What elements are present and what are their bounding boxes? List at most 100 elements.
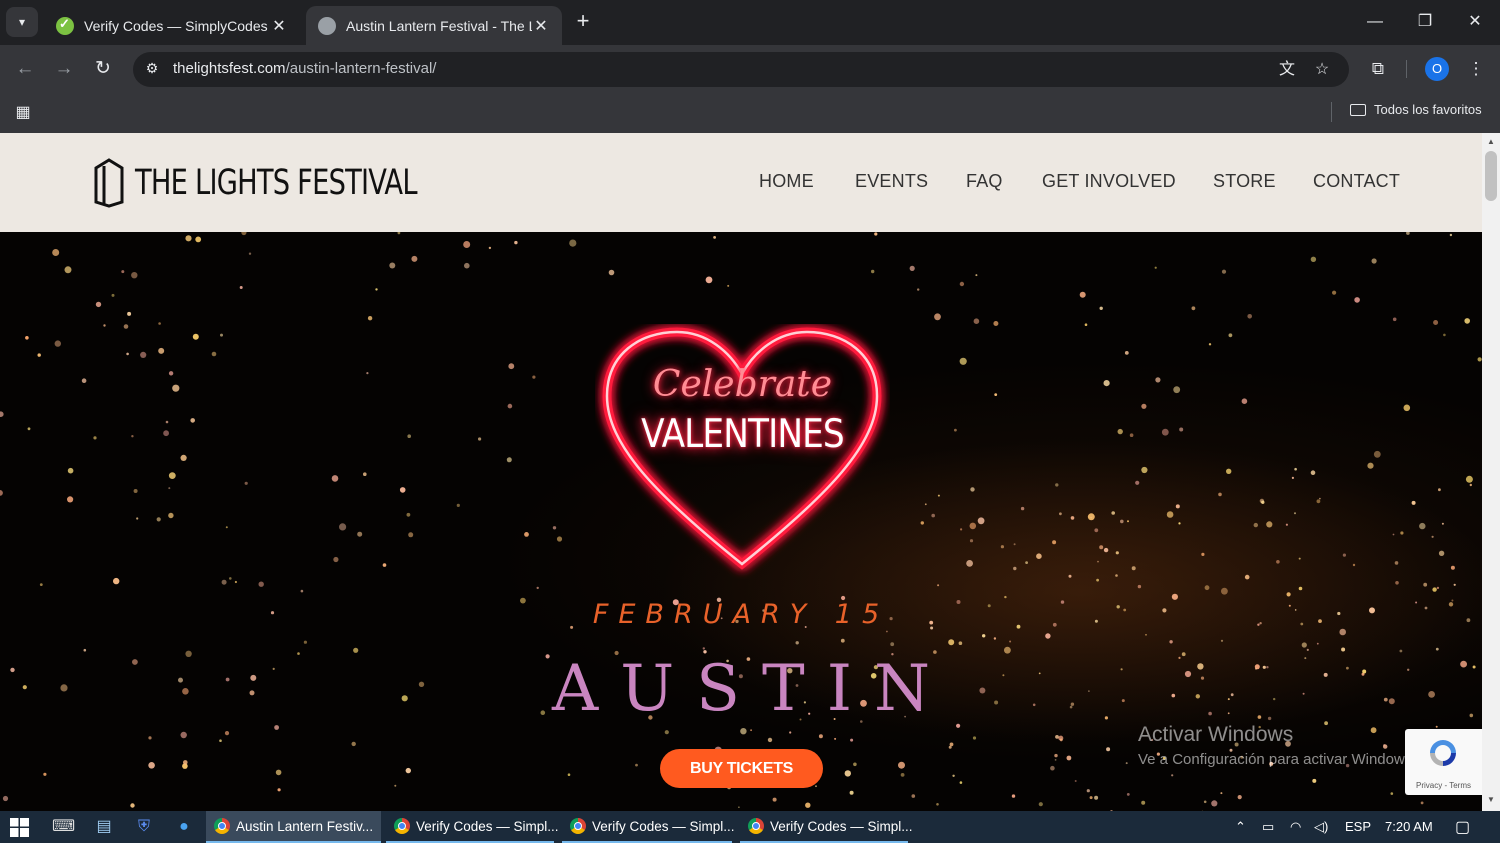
lantern-dot	[1050, 765, 1055, 771]
lantern-dot	[0, 490, 3, 496]
lantern-dot	[1009, 640, 1012, 643]
lantern-dot	[43, 772, 47, 776]
page-scrollbar[interactable]: ▲ ▼	[1482, 133, 1500, 811]
lantern-dot	[818, 734, 823, 739]
lantern-dot	[920, 521, 924, 525]
lantern-dot	[1208, 343, 1212, 346]
nav-store[interactable]: STORE	[1213, 171, 1276, 192]
lantern-dot	[871, 269, 875, 274]
lantern-dot	[156, 517, 161, 522]
lantern-dot	[552, 526, 557, 530]
back-arrow-icon[interactable]: ←	[12, 56, 38, 82]
lantern-dot	[1319, 497, 1321, 500]
site-settings-icon[interactable]: ⚙	[143, 60, 161, 78]
lantern-dot	[1352, 563, 1356, 567]
notepad-icon[interactable]: ▤	[93, 816, 115, 838]
lantern-dot	[183, 760, 188, 765]
lantern-dot	[1115, 574, 1118, 577]
lantern-dot	[339, 523, 347, 531]
translate-icon[interactable]: 文	[1276, 59, 1298, 81]
lantern-dot	[39, 583, 43, 586]
lantern-dot	[1394, 561, 1399, 565]
address-bar[interactable]: ⚙ thelightsfest.com/austin-lantern-festi…	[133, 52, 1349, 87]
lantern-dot	[27, 427, 31, 431]
extensions-puzzle-icon[interactable]: ⧉	[1366, 57, 1390, 81]
chrome-icon	[214, 818, 230, 834]
menu-kebab-icon[interactable]: ⋮	[1464, 57, 1488, 81]
nav-events[interactable]: EVENTS	[855, 171, 928, 192]
reload-icon[interactable]: ↻	[90, 56, 116, 82]
close-tab-icon[interactable]: ✕	[532, 16, 550, 36]
lantern-dot	[1166, 511, 1174, 518]
lantern-dot	[64, 266, 72, 274]
taskbar-app-verify-codes[interactable]: Verify Codes — Simpl...	[562, 811, 735, 843]
lantern-dot	[113, 577, 120, 585]
taskbar-app-verify-codes[interactable]: Verify Codes — Simpl...	[386, 811, 559, 843]
all-bookmarks-folder[interactable]: Todos los favoritos	[1350, 102, 1482, 117]
event-date: FEBRUARY 15	[592, 599, 890, 630]
nav-home[interactable]: HOME	[759, 171, 814, 192]
taskbar-app-label: Austin Lantern Festiv...	[236, 818, 374, 834]
nav-contact[interactable]: CONTACT	[1313, 171, 1400, 192]
wifi-icon[interactable]: ◠	[1290, 819, 1301, 835]
lantern-dot	[532, 375, 536, 379]
chrome-icon	[570, 818, 586, 834]
lantern-dot	[507, 403, 513, 409]
profile-avatar[interactable]: O	[1425, 57, 1449, 81]
lantern-dot	[158, 322, 161, 325]
taskbar-app-austin-lantern[interactable]: Austin Lantern Festiv...	[206, 811, 381, 843]
minimize-icon[interactable]: —	[1360, 8, 1390, 36]
lantern-dot	[1371, 258, 1377, 264]
close-tab-icon[interactable]: ✕	[270, 16, 288, 36]
recaptcha-badge[interactable]: Privacy - Terms	[1405, 729, 1482, 795]
clock[interactable]: 7:20 AM	[1385, 819, 1433, 834]
recaptcha-links[interactable]: Privacy - Terms	[1405, 781, 1482, 790]
lantern-dot	[727, 284, 730, 287]
scroll-up-arrow-icon[interactable]: ▲	[1486, 137, 1496, 147]
tab-verify-codes[interactable]: Verify Codes — SimplyCodes ✕	[44, 6, 300, 45]
battery-icon[interactable]: ▭	[1262, 819, 1274, 835]
lantern-dot	[131, 435, 134, 438]
lantern-dot	[1367, 462, 1374, 469]
lantern-dot	[52, 249, 60, 256]
lantern-dot	[1316, 642, 1319, 645]
lantern-dot	[123, 324, 129, 329]
lantern-dot	[67, 467, 74, 474]
buy-tickets-button[interactable]: BUY TICKETS	[660, 749, 823, 788]
tab-search-chevron-icon[interactable]: ▾	[6, 7, 38, 37]
lantern-dot	[1218, 492, 1222, 497]
language-indicator[interactable]: ESP	[1345, 819, 1371, 834]
site-logo[interactable]: THE LIGHTS FESTIVAL	[93, 158, 496, 208]
restore-icon[interactable]: ❐	[1410, 8, 1440, 36]
lantern-dot	[464, 262, 470, 269]
close-window-icon[interactable]: ✕	[1460, 8, 1490, 36]
shield-app-icon[interactable]: ⛨	[133, 816, 155, 838]
nav-get-involved[interactable]: GET INVOLVED	[1042, 171, 1176, 192]
windows-start-icon[interactable]	[10, 818, 29, 837]
scroll-down-arrow-icon[interactable]: ▼	[1486, 795, 1496, 805]
lantern-dot	[1392, 533, 1395, 536]
volume-icon[interactable]: ◁)	[1314, 819, 1328, 835]
new-tab-plus-icon[interactable]: +	[572, 10, 594, 34]
taskbar-app-verify-codes[interactable]: Verify Codes — Simpl...	[740, 811, 913, 843]
lantern-dot	[1004, 595, 1007, 599]
lantern-dot	[702, 647, 705, 650]
lantern-dot	[1074, 780, 1077, 782]
notifications-icon[interactable]: ▢	[1455, 817, 1470, 837]
lantern-dot	[300, 589, 304, 593]
url-text[interactable]: thelightsfest.com/austin-lantern-festiva…	[173, 60, 436, 77]
firefox-icon[interactable]: ●	[173, 816, 195, 838]
forward-arrow-icon[interactable]: →	[51, 56, 77, 82]
show-hidden-icons-chevron-icon[interactable]: ⌃	[1235, 819, 1246, 835]
bookmark-star-icon[interactable]: ☆	[1311, 59, 1333, 81]
lantern-dot	[1135, 480, 1140, 485]
lantern-dot	[1354, 297, 1360, 303]
scroll-thumb[interactable]	[1485, 151, 1497, 201]
tab-austin-lantern-festival[interactable]: Austin Lantern Festival - The Lig ✕	[306, 6, 562, 45]
nav-faq[interactable]: FAQ	[966, 171, 1003, 192]
lantern-dot	[900, 773, 905, 777]
pinned-app-icon[interactable]: ⌨	[52, 816, 75, 838]
apps-grid-icon[interactable]: ▦	[13, 102, 33, 122]
lantern-dot	[805, 802, 811, 808]
lantern-dot	[960, 528, 963, 531]
